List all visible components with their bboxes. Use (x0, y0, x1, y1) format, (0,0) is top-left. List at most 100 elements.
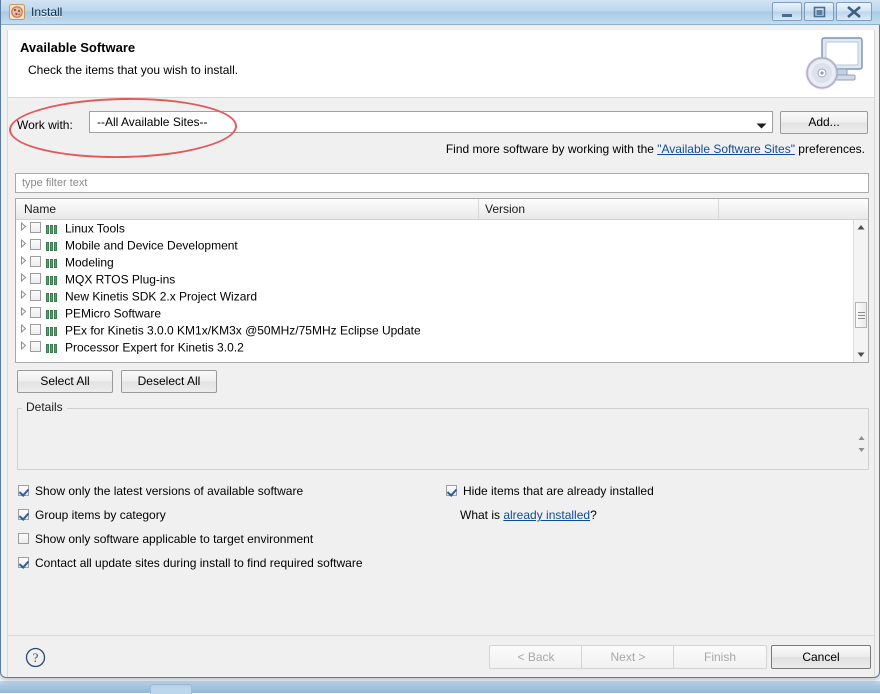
row-checkbox[interactable] (30, 341, 41, 353)
category-icon (46, 341, 60, 354)
expand-arrow-icon[interactable] (16, 271, 30, 288)
scroll-thumb[interactable] (855, 302, 867, 328)
table-body[interactable]: Linux Tools Mobile and Device Development… (16, 220, 854, 362)
chevron-down-icon[interactable] (756, 119, 767, 129)
category-icon (46, 222, 60, 235)
checkbox-applicable-target-environment[interactable] (18, 533, 29, 545)
column-divider-2[interactable] (718, 199, 719, 220)
software-sites-hint: Find more software by working with the "… (446, 142, 865, 156)
table-row[interactable]: Processor Expert for Kinetis 3.0.2 (16, 339, 854, 356)
cancel-button[interactable]: Cancel (771, 645, 871, 669)
row-label: Mobile and Device Development (65, 238, 238, 253)
hint-text-after: preferences. (794, 142, 865, 156)
page-title: Available Software (20, 40, 136, 55)
table-row[interactable]: PEx for Kinetis 3.0.0 KM1x/KM3x @50MHz/7… (16, 322, 854, 339)
table-row[interactable]: New Kinetis SDK 2.x Project Wizard (16, 288, 854, 305)
row-checkbox[interactable] (30, 222, 41, 234)
title-bar: Install (1, 0, 880, 25)
install-dialog: Install Available Software Check the ite… (0, 0, 880, 678)
details-scrollbar[interactable] (856, 433, 867, 455)
minimize-button[interactable] (772, 2, 802, 21)
table-header: Name Version (16, 199, 868, 220)
category-icon (46, 273, 60, 286)
option-contact-update-sites[interactable]: Contact all update sites during install … (18, 556, 363, 570)
option-show-latest-versions[interactable]: Show only the latest versions of availab… (18, 484, 303, 498)
close-button[interactable] (836, 2, 872, 21)
row-checkbox[interactable] (30, 273, 41, 285)
expand-arrow-icon[interactable] (16, 305, 30, 322)
category-icon (46, 239, 60, 252)
row-label: Modeling (65, 255, 114, 270)
category-icon (46, 256, 60, 269)
row-label: MQX RTOS Plug-ins (65, 272, 176, 287)
dialog-body: Work with: --All Available Sites-- Add..… (7, 98, 875, 635)
table-row[interactable]: MQX RTOS Plug-ins (16, 271, 854, 288)
close-icon (847, 6, 861, 18)
category-icon (46, 290, 60, 303)
option-group-by-category[interactable]: Group items by category (18, 508, 166, 522)
table-scrollbar[interactable] (853, 220, 868, 362)
checkbox-group-by-category[interactable] (18, 509, 29, 521)
row-label: Linux Tools (65, 221, 125, 236)
table-row[interactable]: PEMicro Software (16, 305, 854, 322)
work-with-value: --All Available Sites-- (97, 115, 208, 129)
row-checkbox[interactable] (30, 256, 41, 268)
checkbox-show-latest-versions[interactable] (18, 485, 29, 497)
hint-text-before: Find more software by working with the (445, 142, 658, 156)
help-question-icon[interactable]: ? (25, 647, 46, 668)
category-icon (46, 324, 60, 337)
page-subtitle: Check the items that you wish to install… (28, 63, 239, 77)
maximize-icon (813, 6, 826, 18)
already-installed-after: ? (590, 508, 597, 522)
expand-arrow-icon[interactable] (16, 288, 30, 305)
already-installed-hint: What is already installed? (460, 508, 597, 522)
scroll-down-icon[interactable] (854, 347, 868, 362)
select-all-button[interactable]: Select All (17, 370, 113, 393)
option-hide-installed[interactable]: Hide items that are already installed (446, 484, 654, 498)
install-app-icon (9, 4, 25, 20)
row-checkbox[interactable] (30, 324, 41, 336)
option-label: Show only software applicable to target … (35, 532, 314, 546)
option-label: Hide items that are already installed (463, 484, 654, 498)
background-window-taskbar (0, 681, 880, 693)
table-row[interactable]: Modeling (16, 254, 854, 271)
filter-input[interactable]: type filter text (15, 173, 869, 193)
row-checkbox[interactable] (30, 239, 41, 251)
table-row[interactable]: Mobile and Device Development (16, 237, 854, 254)
add-site-button[interactable]: Add... (780, 111, 868, 134)
option-label: Group items by category (35, 508, 166, 522)
table-row[interactable]: Linux Tools (16, 220, 854, 237)
checkbox-contact-update-sites[interactable] (18, 557, 29, 569)
expand-arrow-icon[interactable] (16, 339, 30, 356)
option-label: Contact all update sites during install … (35, 556, 363, 570)
option-label: Show only the latest versions of availab… (35, 484, 304, 498)
column-header-name[interactable]: Name (24, 202, 56, 216)
column-header-version[interactable]: Version (485, 202, 525, 216)
work-with-label: Work with: (17, 118, 73, 132)
row-checkbox[interactable] (30, 290, 41, 302)
install-monitor-cd-icon (804, 35, 866, 93)
maximize-button[interactable] (804, 2, 834, 21)
svg-text:?: ? (33, 650, 39, 665)
expand-arrow-icon[interactable] (16, 220, 30, 237)
option-applicable-target-environment[interactable]: Show only software applicable to target … (18, 532, 313, 546)
row-label: New Kinetis SDK 2.x Project Wizard (65, 289, 258, 304)
available-software-sites-link[interactable]: "Available Software Sites" (657, 142, 795, 156)
details-legend: Details (22, 400, 67, 414)
window-title: Install (31, 5, 63, 19)
column-divider-1[interactable] (478, 199, 479, 220)
scroll-up-icon[interactable] (854, 220, 868, 235)
row-label: PEx for Kinetis 3.0.0 KM1x/KM3x @50MHz/7… (65, 323, 421, 338)
work-with-combo[interactable]: --All Available Sites-- (89, 111, 773, 133)
deselect-all-button[interactable]: Deselect All (121, 370, 217, 393)
expand-arrow-icon[interactable] (16, 322, 30, 339)
next-button[interactable]: Next > (581, 645, 675, 669)
row-checkbox[interactable] (30, 307, 41, 319)
already-installed-link[interactable]: already installed (503, 508, 590, 522)
finish-button[interactable]: Finish (673, 645, 767, 669)
expand-arrow-icon[interactable] (16, 237, 30, 254)
category-icon (46, 307, 60, 320)
checkbox-hide-installed[interactable] (446, 485, 457, 497)
expand-arrow-icon[interactable] (16, 254, 30, 271)
back-button[interactable]: < Back (489, 645, 583, 669)
